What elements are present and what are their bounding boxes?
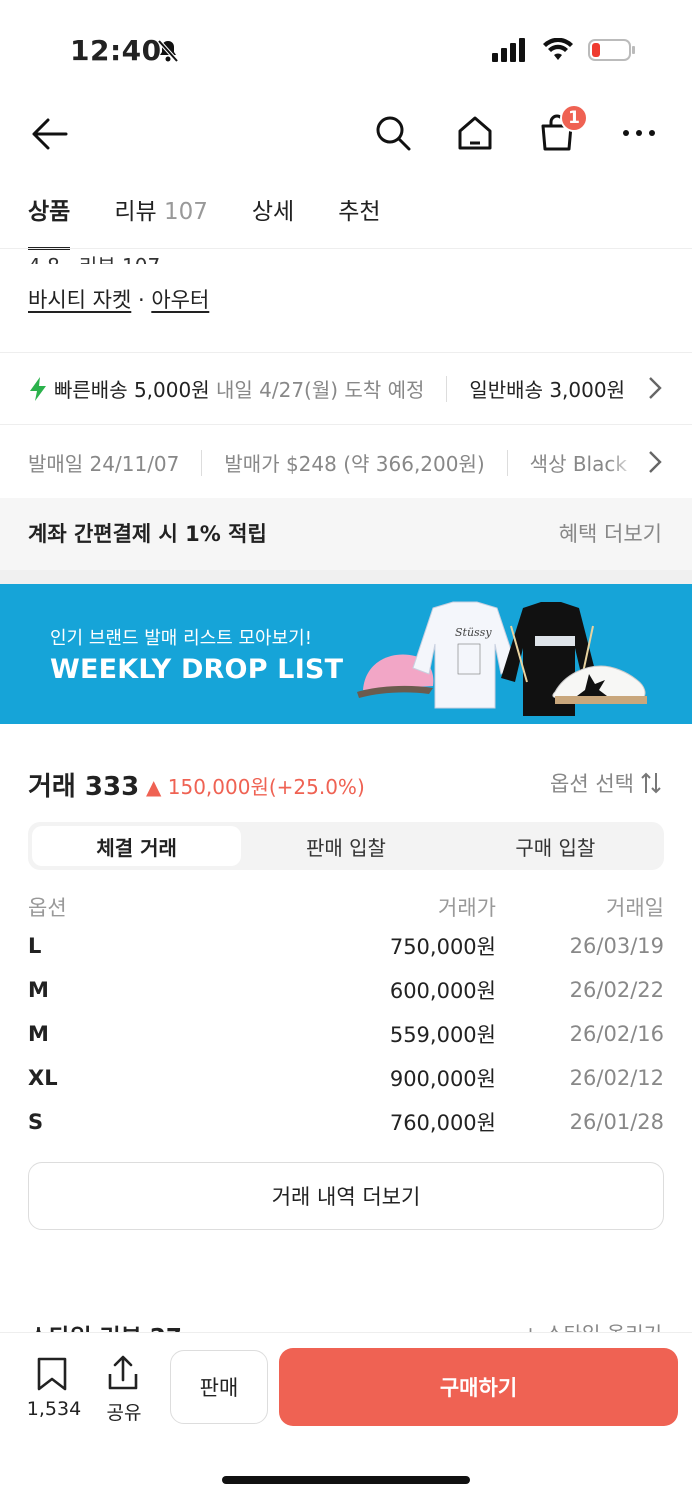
tab-detail[interactable]: 상세 <box>252 192 294 240</box>
style-upload-link[interactable]: + 스타일 올리기 <box>522 1318 662 1332</box>
table-row: XL 900,000원 26/02/12 <box>28 1066 664 1091</box>
sort-arrows-icon <box>641 772 661 794</box>
signal-icon <box>492 38 525 62</box>
home-button[interactable] <box>452 110 498 156</box>
segment-completed-trades[interactable]: 체결 거래 <box>32 826 242 866</box>
banner-subtitle: 인기 브랜드 발매 리스트 모아보기! <box>50 628 312 649</box>
top-nav-icons: 1 <box>370 104 662 156</box>
table-row: M 559,000원 26/02/16 <box>28 1022 664 1047</box>
chevron-right-icon <box>649 451 662 473</box>
bell-muted-icon <box>155 38 181 68</box>
lightning-icon <box>30 376 46 401</box>
divider <box>0 352 692 353</box>
segment-buy-bids[interactable]: 구매 입찰 <box>451 826 660 866</box>
table-header: 옵션 거래가 거래일 <box>28 896 664 920</box>
tab-product[interactable]: 상품 <box>28 192 71 250</box>
shipping-row[interactable]: 빠른배송 5,000원 내일 4/27(월) 도착 예정 일반배송 3,000원 <box>28 374 662 403</box>
svg-text:Stüssy: Stüssy <box>455 626 492 639</box>
more-button[interactable] <box>616 110 662 156</box>
benefit-title: 계좌 간편결제 시 1% 적립 <box>28 522 267 546</box>
table-row: S 760,000원 26/01/28 <box>28 1110 664 1135</box>
banner-products-image: Stüssy <box>357 601 647 716</box>
release-info-row[interactable]: 발매일 24/11/07 발매가 $248 (약 366,200원) 색상 Bl… <box>28 448 662 477</box>
share-icon <box>108 1355 138 1390</box>
status-time: 12:40 <box>70 34 162 67</box>
bookmark-button[interactable] <box>34 1356 70 1392</box>
rating-peek: 4.8 · 리뷰 107 <box>28 250 160 264</box>
segment-sell-bids[interactable]: 판매 입찰 <box>241 826 450 866</box>
back-button[interactable] <box>28 112 72 156</box>
trade-count-title: 거래 333 <box>28 772 140 802</box>
table-row: M 600,000원 26/02/22 <box>28 978 664 1003</box>
cart-button[interactable]: 1 <box>534 104 588 156</box>
table-row: L 750,000원 26/03/19 <box>28 934 664 959</box>
search-button[interactable] <box>370 110 416 156</box>
option-select-button[interactable]: 옵션 선택 <box>550 768 662 798</box>
arrow-left-icon <box>32 118 68 150</box>
home-indicator <box>222 1476 470 1484</box>
more-horizontal-icon <box>623 130 655 136</box>
trade-price-change: ▲ 150,000원(+25.0%) <box>146 775 365 799</box>
benefit-more-link[interactable]: 혜택 더보기 <box>559 518 662 548</box>
bookmark-icon <box>37 1357 67 1391</box>
home-icon <box>458 116 492 150</box>
bookmark-count: 1,534 <box>26 1398 82 1420</box>
trade-history-more-button[interactable]: 거래 내역 더보기 <box>28 1162 664 1230</box>
chevron-right-icon <box>649 377 662 399</box>
section-gap <box>0 570 692 584</box>
sell-button[interactable]: 판매 <box>170 1350 268 1424</box>
weekly-drop-banner[interactable]: 인기 브랜드 발매 리스트 모아보기! WEEKLY DROP LIST Stü… <box>0 584 692 724</box>
trade-history-table: 옵션 거래가 거래일 L 750,000원 26/03/19 M 600,000원 26… <box>28 890 664 1144</box>
battery-icon <box>588 39 635 61</box>
category-link-varsity[interactable]: 바시티 자켓 <box>28 288 131 312</box>
share-label: 공유 <box>106 1402 142 1424</box>
product-tabs: 상품 리뷰 107 상세 추천 <box>28 192 381 250</box>
tab-recommend[interactable]: 추천 <box>338 192 380 240</box>
buy-button[interactable]: 구매하기 <box>279 1348 678 1426</box>
tab-review[interactable]: 리뷰 107 <box>114 192 208 240</box>
divider <box>0 424 692 425</box>
cart-badge: 1 <box>560 104 588 132</box>
category-link-outer[interactable]: 아우터 <box>151 288 209 312</box>
status-icons <box>492 38 636 62</box>
share-button[interactable] <box>104 1354 142 1392</box>
tabs-divider <box>0 248 692 249</box>
banner-title: WEEKLY DROP LIST <box>50 654 344 685</box>
wifi-icon <box>543 38 573 60</box>
trade-segment-control: 체결 거래 판매 입찰 구매 입찰 <box>28 822 664 870</box>
style-review-title: 스타일 리뷰 27 <box>28 1318 182 1332</box>
search-icon <box>376 116 411 151</box>
category-breadcrumb: 바시티 자켓 · 아우터 <box>28 288 210 312</box>
